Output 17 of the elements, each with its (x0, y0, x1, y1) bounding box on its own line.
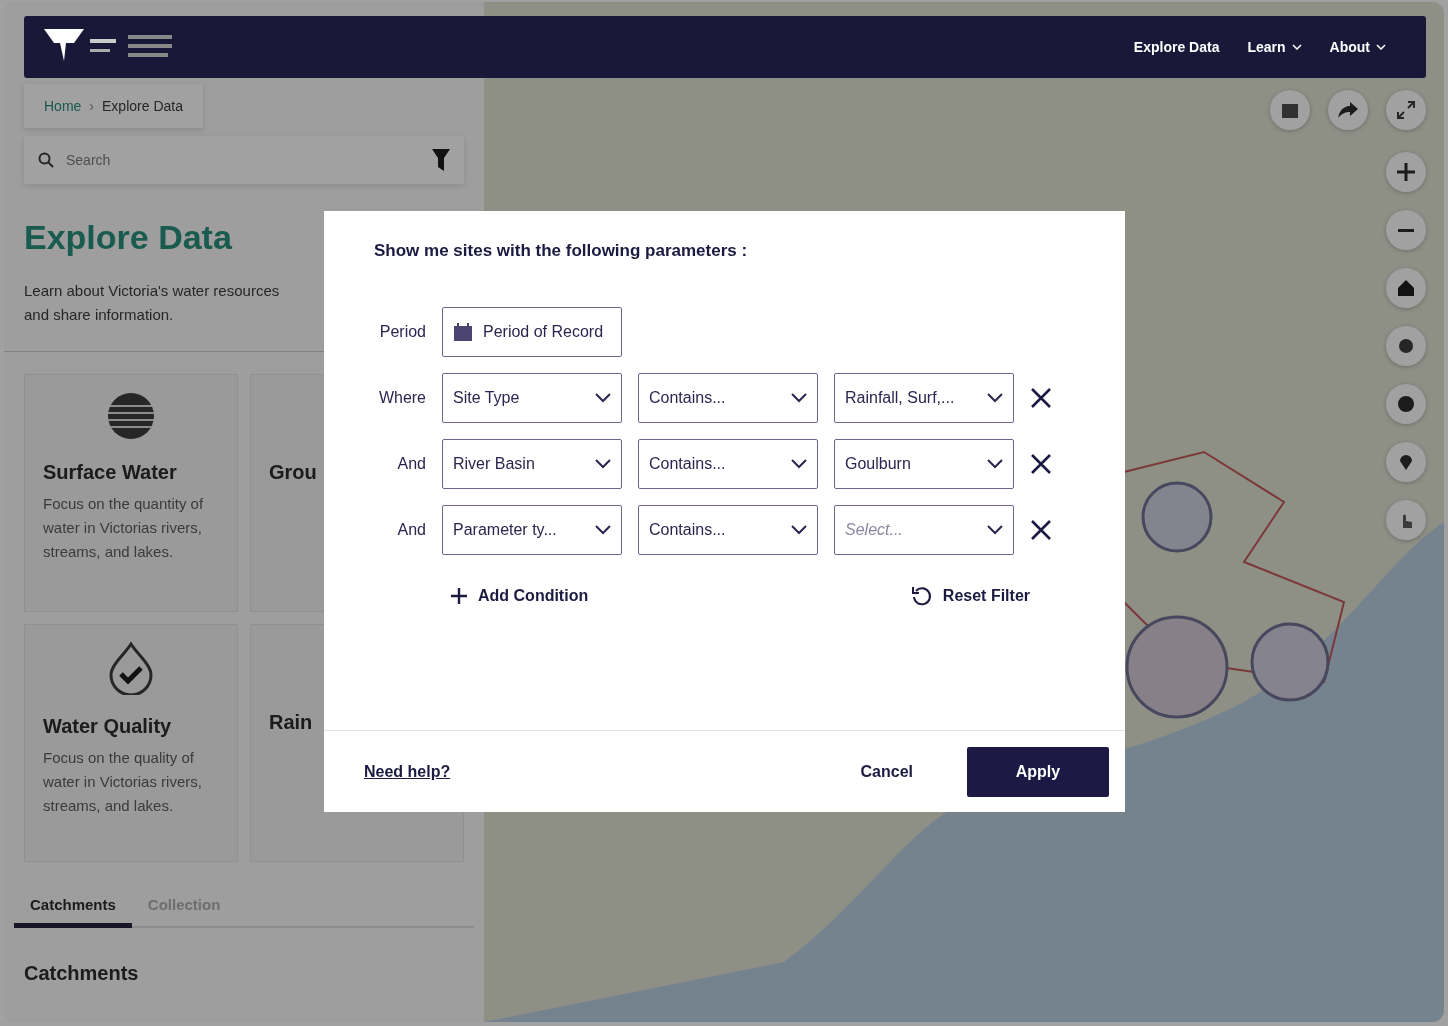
page-title: Explore Data (24, 218, 232, 257)
card-description: Focus on the quantity of water in Victorias rivers, streams, and lakes. (43, 494, 205, 562)
card-title: Rain (269, 711, 313, 734)
condition-connector: And (396, 455, 426, 473)
condition-connector: And (396, 521, 426, 539)
breadcrumb-separator: › (89, 98, 95, 114)
current-page-label: Explore Data (102, 98, 183, 114)
intro-text: and share information. (24, 305, 174, 325)
intro-text: Learn about Victoria's water resources (24, 281, 280, 301)
card-title: Surface Water (43, 461, 177, 484)
section-title: Catchments (24, 962, 139, 985)
card-description: Focus on the quality of water in Victorias rivers, streams, and lakes. (43, 748, 203, 816)
period-label: Period (378, 323, 426, 341)
card-title: Grou (269, 461, 317, 484)
condition-connector: Where (377, 389, 426, 407)
card-title: Water Quality (43, 715, 172, 738)
dialog-title: Show me sites with the following parameters : (374, 241, 749, 261)
